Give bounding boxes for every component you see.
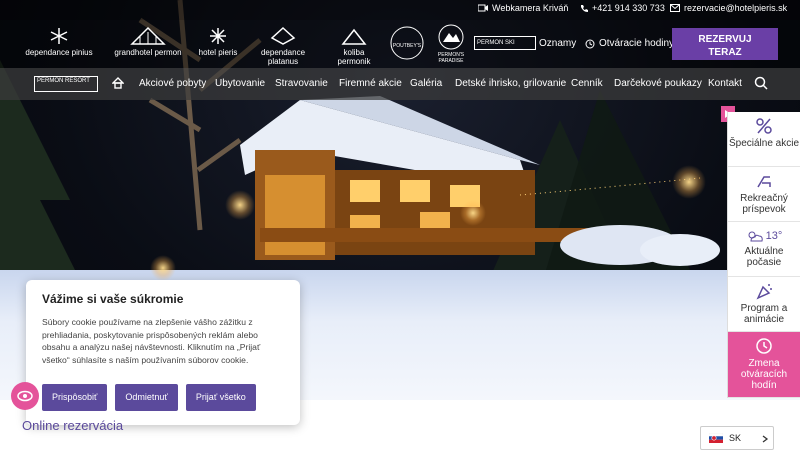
logo-pinius[interactable]: dependance pinius (20, 26, 98, 57)
side-item-special-offers[interactable]: Špeciálne akcie (728, 112, 800, 167)
language-code: SK (729, 433, 742, 443)
nav-item-galeria[interactable]: Galéria (410, 78, 442, 89)
logo-platanus[interactable]: dependance platanus (246, 26, 320, 66)
mail-icon (670, 4, 680, 12)
clock-icon (756, 338, 772, 354)
phone-link[interactable]: +421 914 330 733 (580, 3, 665, 13)
webcam-link[interactable]: Webkamera Kriváň (478, 3, 568, 13)
logo-paradise[interactable]: PERMON'S PARADISE (434, 24, 468, 64)
webcam-label: Webkamera Kriváň (492, 3, 569, 13)
flower-logo-icon (210, 28, 226, 44)
eye-icon (17, 390, 33, 402)
deckchair-icon (757, 176, 771, 188)
nav-item-ubytovanie[interactable]: Ubytovanie (215, 78, 265, 89)
accept-all-button[interactable]: Prijať všetko (185, 384, 256, 411)
logo-permon-ski[interactable]: PERMON SKI (474, 36, 536, 50)
reserve-now-button[interactable]: REZERVUJ TERAZ (672, 28, 778, 60)
percent-icon (756, 118, 772, 134)
cookie-title: Vážime si vaše súkromie (42, 292, 184, 306)
opening-hours-link[interactable]: Otváracie hodiny (585, 38, 674, 49)
nav-item-cennik[interactable]: Cenník (571, 78, 603, 89)
lamp-glow (672, 165, 706, 199)
permon-resort-logo[interactable]: PERMON RESORT (34, 76, 98, 92)
side-item-opening-hours-change[interactable]: Zmena otváracích hodín (728, 332, 800, 398)
language-selector[interactable]: SK (700, 426, 774, 450)
nav-item-stravovanie[interactable]: Stravovanie (275, 78, 328, 89)
svg-text:POUTBEY'S: POUTBEY'S (393, 43, 422, 49)
top-bar: Webkamera Kriváň +421 914 330 733 rezerv… (0, 0, 800, 20)
reject-button[interactable]: Odmietnuť (115, 384, 178, 411)
customize-button[interactable]: Prispôsobiť (42, 384, 108, 411)
side-item-weather[interactable]: 13° Aktuálne počasie (728, 222, 800, 277)
logo-label: PERMON SKI (474, 36, 536, 50)
house-shape (111, 77, 125, 89)
logo-label: grandhotel permon (114, 48, 182, 57)
online-booking-title: Online rezervácia (22, 418, 124, 433)
phone-number: +421 914 330 733 (592, 3, 665, 13)
logo-label: hotel pieris (198, 48, 238, 57)
logo-label: dependance platanus (260, 48, 306, 66)
reserve-line1: REZERVUJ (698, 33, 752, 45)
side-item-recreation-allowance[interactable]: Rekreačný príspevok (728, 167, 800, 222)
side-item-label: Špeciálne akcie (728, 138, 800, 149)
weather-icon (748, 231, 763, 242)
lamp-glow (150, 255, 176, 281)
side-item-label: Rekreačný príspevok (740, 193, 788, 215)
side-item-program[interactable]: Program a animácie (728, 277, 800, 332)
cookie-buttons: Prispôsobiť Odmietnuť Prijať všetko (42, 384, 256, 411)
confetti-icon (756, 284, 772, 300)
nav-logo-text: PERMON RESORT (37, 78, 90, 84)
nav-item-darcekove-poukazy[interactable]: Darčekové poukazy (614, 78, 702, 89)
temperature: 13° (765, 229, 783, 242)
hotel-building-logo-icon (130, 26, 166, 45)
reserve-line2: TERAZ (708, 46, 742, 58)
side-item-label: Zmena otváracích hodín (740, 358, 788, 391)
email-link[interactable]: rezervacie@hotelpieris.sk (670, 3, 787, 13)
logo-pieris[interactable]: hotel pieris (192, 26, 244, 57)
oznamy-label: Oznamy (539, 38, 577, 49)
search-icon[interactable] (754, 76, 768, 95)
lamp-glow (460, 200, 486, 226)
logo-koliba[interactable]: koliba permonik (326, 26, 382, 66)
side-item-label: Program a animácie (740, 303, 788, 325)
clock-icon (585, 39, 595, 48)
poutbeys-logo-icon: POUTBEY'S (390, 26, 424, 60)
logo-label: PERMON'S PARADISE (437, 52, 465, 64)
nav-item-firemne-akcie[interactable]: Firemné akcie (339, 78, 402, 89)
logo-label: koliba permonik (337, 48, 371, 66)
accessibility-button[interactable] (11, 382, 39, 410)
side-quick-links: Špeciálne akcie Rekreačný príspevok 13° … (727, 112, 800, 398)
phone-icon (581, 4, 588, 12)
logo-poutbeys[interactable]: POUTBEY'S (387, 25, 427, 63)
cookie-consent-dialog: Vážime si vaše súkromie Súbory cookie po… (26, 280, 300, 425)
logo-permon[interactable]: grandhotel permon (110, 26, 186, 57)
nav-item-detske-ihrisko[interactable]: Detské ihrisko, grilovanie (455, 78, 566, 89)
home-icon[interactable] (111, 77, 125, 92)
hours-label: Otváracie hodiny (599, 38, 675, 49)
logo-label: dependance pinius (25, 48, 93, 57)
nav-item-akciove-pobyty[interactable]: Akciové pobyty (139, 78, 206, 89)
leaf-logo-icon (270, 26, 296, 45)
announcements-link[interactable]: Oznamy (539, 38, 576, 49)
chalet-logo-icon (341, 28, 367, 45)
cookie-text: Súbory cookie používame na zlepšenie váš… (42, 317, 261, 365)
email-address: rezervacie@hotelpieris.sk (684, 3, 788, 13)
side-item-label: Aktuálne počasie (744, 246, 784, 268)
magnifier-shape (754, 76, 768, 90)
slovak-flag-icon (709, 433, 723, 443)
snowflake-logo-icon (50, 28, 68, 44)
weather-row: 13° (728, 226, 800, 246)
chevron-right-icon (762, 435, 769, 443)
main-nav: PERMON RESORT Akciové pobyty Ubytovanie … (0, 68, 800, 100)
mountain-logo-icon (438, 24, 464, 50)
lamp-glow (225, 190, 255, 220)
camera-icon (478, 4, 488, 12)
nav-item-kontakt[interactable]: Kontakt (708, 78, 742, 89)
